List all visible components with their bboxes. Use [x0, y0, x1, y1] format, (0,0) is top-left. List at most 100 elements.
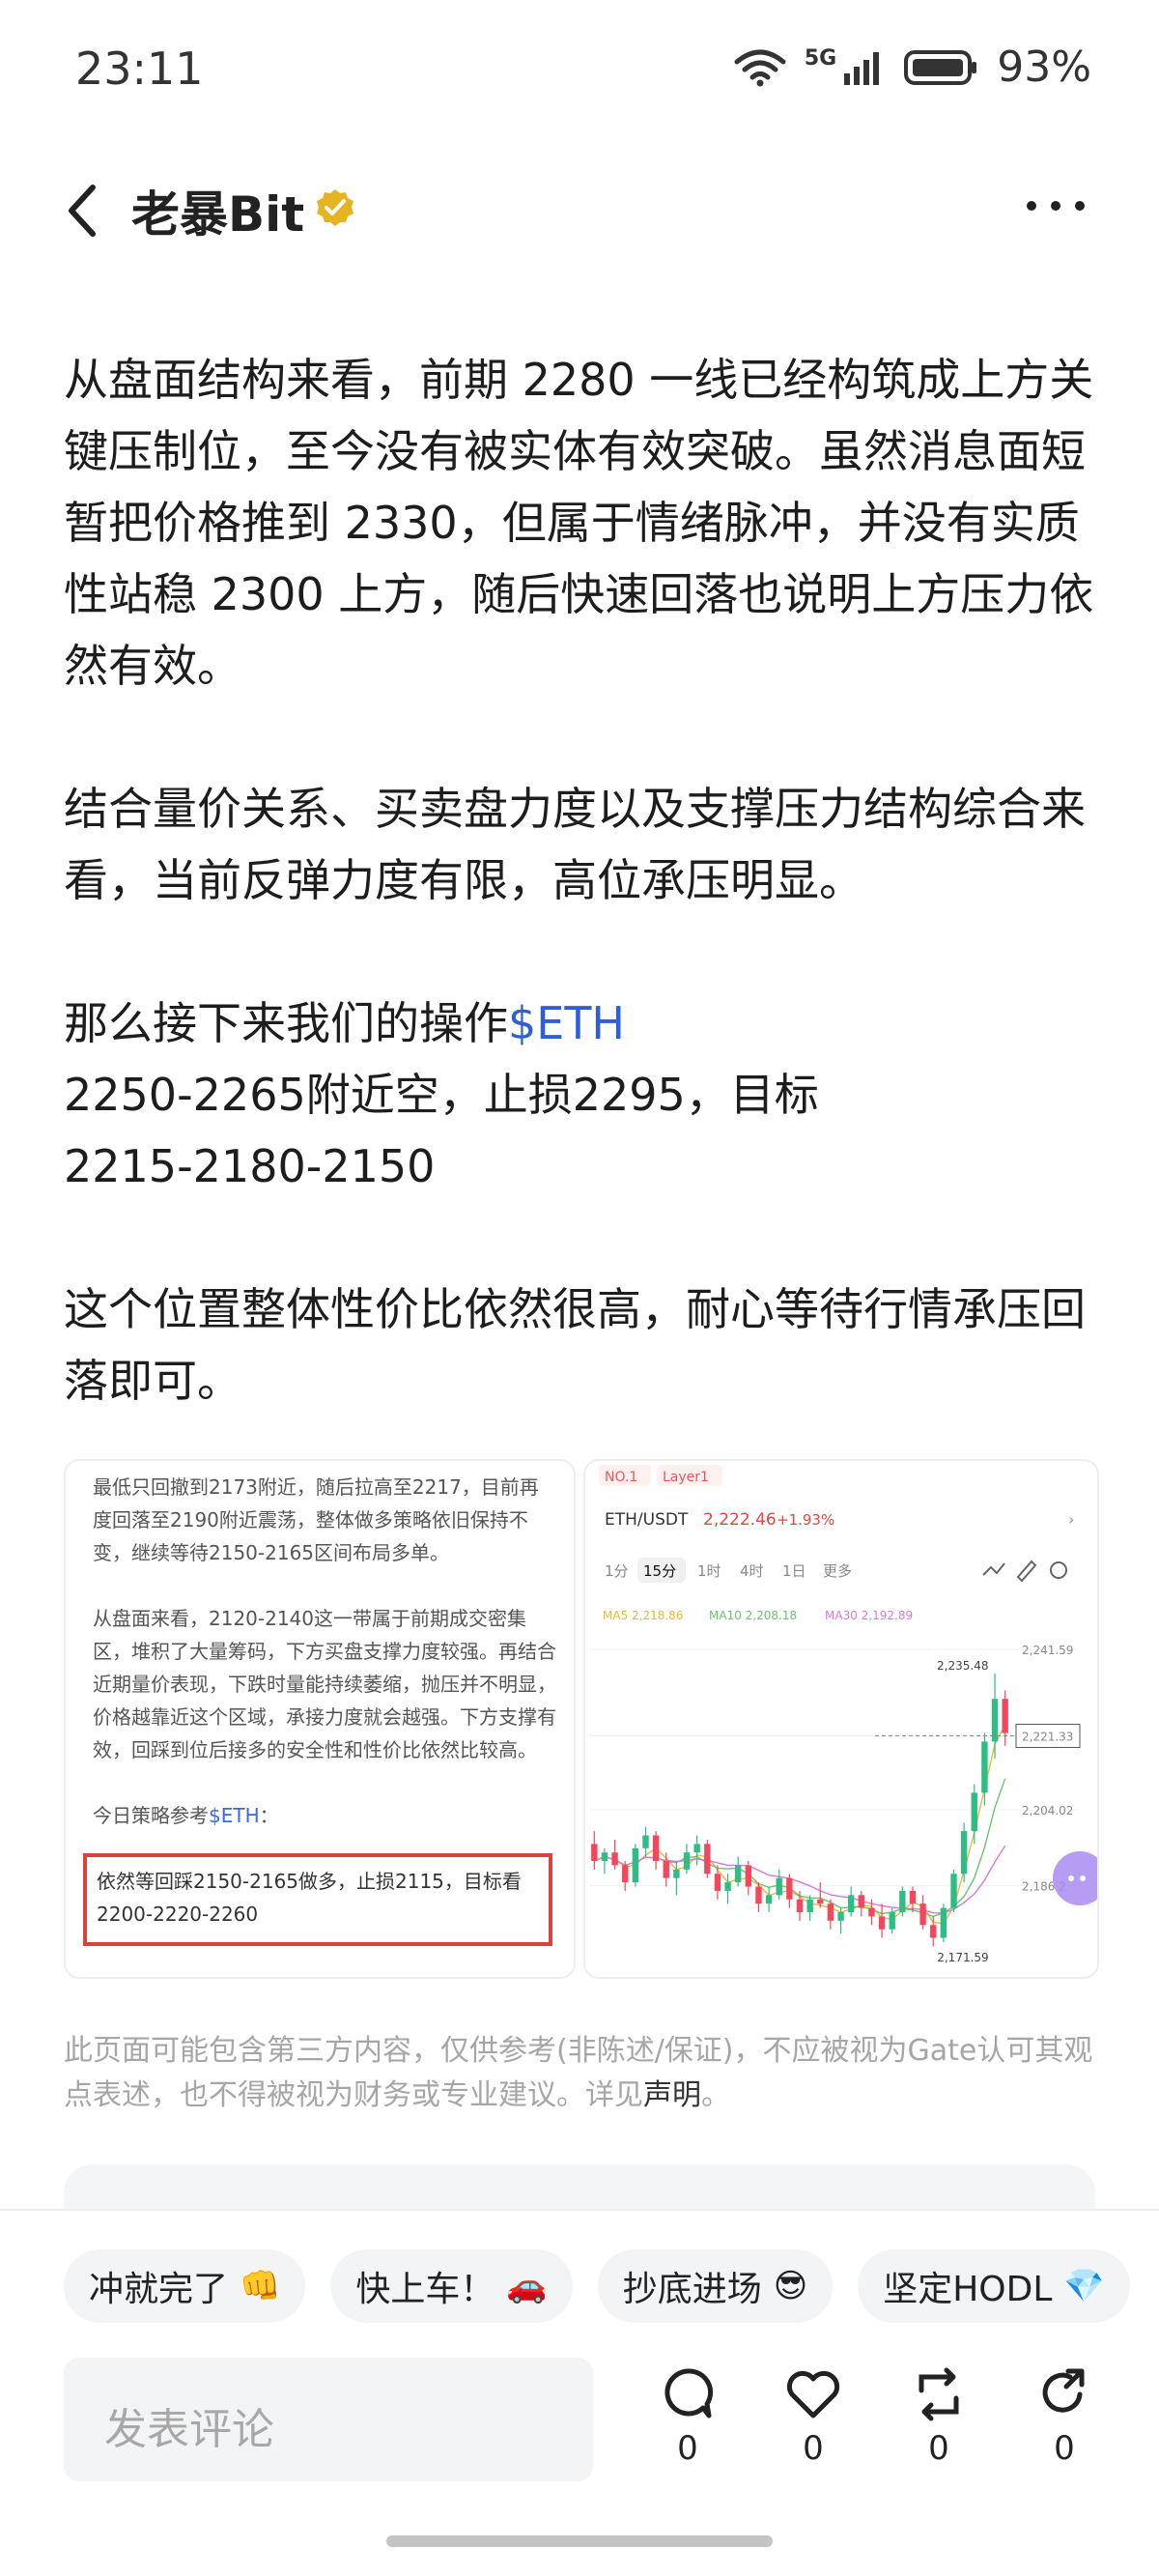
candle-body [765, 1895, 773, 1904]
chart-price: 2,222.46 [703, 1510, 777, 1530]
verified-badge-icon [317, 189, 353, 226]
network-label: 5G [804, 46, 837, 71]
candle-body [868, 1907, 875, 1917]
battery-icon [904, 49, 977, 85]
quick-reply-chips: 冲就完了 👊 快上车！ 🚗 抄底进场 😎 坚定HODL 💎 [64, 2249, 1159, 2323]
candle-body [806, 1899, 813, 1913]
floating-assistant-icon[interactable] [1053, 1851, 1097, 1905]
chart-pair: ETH/USDT [605, 1510, 689, 1530]
chip-label: 冲就完了 [89, 2270, 229, 2309]
candle-body [940, 1907, 947, 1938]
ma-label: MA30 2,192.89 [825, 1609, 913, 1622]
y-tick-label: 2,221.33 [1022, 1731, 1073, 1744]
chart-tab[interactable]: 4时 [740, 1562, 764, 1580]
draw-icon [1016, 1560, 1037, 1583]
ma-label: MA5 2,218.86 [603, 1609, 683, 1622]
post-line-text: 那么接下来我们的操作 [64, 997, 508, 1049]
y-tick-label: 2,204.02 [1022, 1804, 1073, 1818]
candle-body [919, 1903, 926, 1926]
wifi-icon [734, 49, 786, 86]
candle-body [642, 1835, 649, 1848]
image-strategy-line: 今日策略参考$ETH： [93, 1799, 556, 1832]
post-header: 老暴Bit [0, 162, 1159, 269]
like-action[interactable]: 0 [775, 2365, 852, 2481]
chart-top-tags: NO.1 Layer1 [599, 1465, 722, 1486]
quick-reply-chip[interactable]: 快上车！ 🚗 [330, 2249, 573, 2323]
post-paragraph: 结合量价关系、买卖盘力度以及支撑压力结构综合来看，当前反弹力度有限，高位承压明显… [64, 783, 1086, 906]
like-count: 0 [803, 2429, 824, 2468]
share-action[interactable]: 0 [1026, 2365, 1103, 2481]
comment-input[interactable]: 发表评论 [64, 2358, 593, 2481]
candle-body [652, 1835, 660, 1862]
chip-label: 快上车！ [355, 2270, 495, 2309]
chip-label: 坚定HODL [883, 2270, 1053, 2309]
high-label: 2,235.48 [937, 1659, 988, 1673]
chart-grid [589, 1648, 1078, 1887]
image-strategy-tag: $ETH [209, 1804, 260, 1827]
settings-icon [1050, 1561, 1067, 1579]
repost-action[interactable]: 0 [900, 2365, 977, 2481]
low-label: 2,171.59 [937, 1951, 988, 1964]
chart-tab[interactable]: 更多 [823, 1562, 852, 1580]
candle-body [817, 1899, 824, 1904]
candle-body [704, 1844, 711, 1875]
chart-tab[interactable]: 1日 [782, 1562, 806, 1580]
post-image-text[interactable]: 最低只回撤到2173附近，随后拉高至2217，目前再度回落至2190附近震荡，整… [64, 1459, 576, 1979]
candle-body [745, 1865, 752, 1887]
status-bar: 23:11 5G 93% [0, 0, 1159, 145]
candle-body [591, 1844, 598, 1862]
disclaimer-end: 。 [701, 2078, 730, 2112]
repost-count: 0 [928, 2429, 949, 2468]
quick-reply-chip[interactable]: 坚定HODL 💎 [858, 2249, 1130, 2323]
chart-tag: NO.1 [605, 1470, 637, 1485]
chart-tab[interactable]: 1分 [605, 1562, 629, 1580]
candle-body [930, 1925, 937, 1938]
candle-body [796, 1899, 804, 1913]
chart-tab[interactable]: 1时 [697, 1562, 721, 1580]
candle-body [601, 1852, 608, 1862]
comment-bubble-icon [664, 2368, 714, 2419]
candle-body [950, 1874, 957, 1908]
ma-label: MA10 2,208.18 [709, 1609, 797, 1622]
indicator-icon [982, 1562, 1005, 1576]
candle-body [724, 1882, 731, 1891]
candle-body [786, 1877, 793, 1900]
candle-body [611, 1852, 618, 1866]
repost-icon [919, 2367, 959, 2421]
candle-body [622, 1865, 629, 1883]
candle-body [960, 1831, 968, 1875]
quick-reply-chip[interactable]: 冲就完了 👊 [64, 2249, 306, 2323]
comment-action[interactable]: 0 [649, 2365, 726, 2481]
chart-tag: Layer1 [663, 1470, 709, 1485]
y-tick-label: 2,241.59 [1022, 1644, 1073, 1657]
chart-interval-tabs: 1分 15分 1时 4时 1日 更多 [605, 1558, 852, 1583]
chart-change: +1.93% [777, 1511, 834, 1529]
candle-body [827, 1903, 834, 1921]
assistant-eye [1068, 1875, 1074, 1881]
candle-body [663, 1861, 669, 1878]
more-options-icon[interactable] [1024, 191, 1088, 220]
kline-chart: NO.1 Layer1 ETH/USDT 2,222.46 +1.93% › 1… [589, 1465, 1097, 1964]
disclaimer: 此页面可能包含第三方内容，仅供参考(非陈述/保证)，不应被视为Gate认可其观点… [64, 2029, 1097, 2118]
disclaimer-link[interactable]: 声明 [643, 2078, 701, 2112]
post-paragraph: 从盘面结构来看，前期 2280 一线已经构筑成上方关键压制位，至今没有被实体有效… [64, 354, 1094, 692]
candle-body [847, 1895, 855, 1913]
home-indicator[interactable] [386, 2535, 773, 2547]
heart-icon [786, 2370, 840, 2419]
candle-body [991, 1699, 999, 1742]
post-line: 那么接下来我们的操作$ETH [64, 987, 1107, 1059]
chart-axis: 2,241.592,221.332,204.022,186.2 [875, 1644, 1081, 1894]
author-name[interactable]: 老暴Bit [131, 176, 304, 245]
candle-body [683, 1852, 691, 1870]
battery-percent: 93% [997, 43, 1091, 92]
quick-reply-chip[interactable]: 抄底进场 😎 [597, 2249, 834, 2323]
post-body: 从盘面结构来看，前期 2280 一线已经构筑成上方关键压制位，至今没有被实体有效… [64, 344, 1107, 1488]
back-arrow-icon[interactable] [60, 182, 108, 240]
eth-cashtag-link[interactable]: $ETH [508, 997, 625, 1049]
image-strategy-prefix: 今日策略参考 [93, 1804, 209, 1827]
post-image-chart[interactable]: NO.1 Layer1 ETH/USDT 2,222.46 +1.93% › 1… [583, 1459, 1099, 1979]
image-paragraph: 最低只回撤到2173附近，随后拉高至2217，目前再度回落至2190附近震荡，整… [93, 1475, 539, 1564]
chart-tab[interactable]: 15分 [643, 1562, 676, 1580]
chart-chevron-icon: › [1068, 1510, 1074, 1529]
candle-body [971, 1792, 977, 1832]
